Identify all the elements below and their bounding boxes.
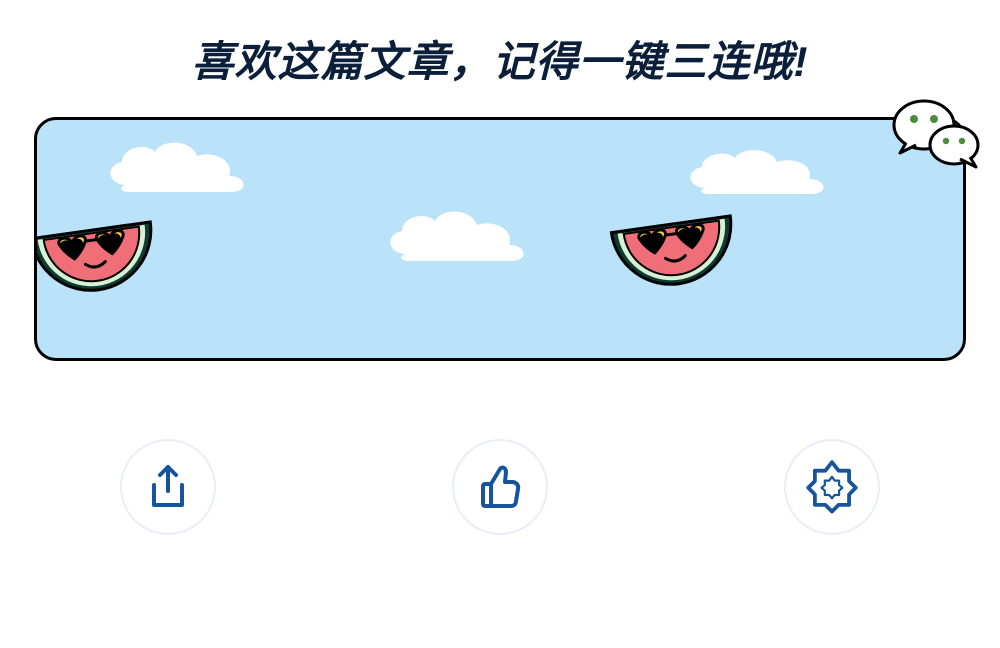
banner-wrap bbox=[34, 117, 966, 361]
action-row bbox=[0, 439, 1000, 535]
share-button[interactable] bbox=[120, 439, 216, 535]
watermelon-icon bbox=[605, 212, 745, 296]
favorite-button[interactable] bbox=[784, 439, 880, 535]
flower-star-icon bbox=[805, 460, 859, 514]
cloud-icon bbox=[97, 130, 277, 200]
like-button[interactable] bbox=[452, 439, 548, 535]
cloud-icon bbox=[677, 138, 857, 202]
sky-banner bbox=[34, 117, 966, 361]
share-icon bbox=[144, 463, 192, 511]
thumbs-up-icon bbox=[475, 462, 525, 512]
cloud-icon bbox=[377, 198, 557, 270]
page-title: 喜欢这篇文章，记得一键三连哦! bbox=[0, 0, 1000, 89]
wechat-icon bbox=[888, 95, 984, 179]
watermelon-icon bbox=[34, 218, 165, 302]
